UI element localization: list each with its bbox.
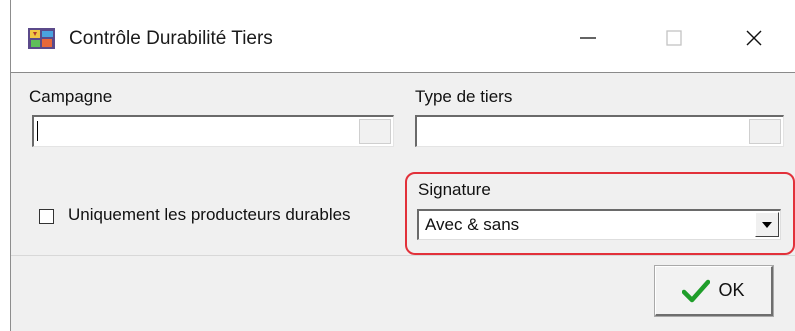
maximize-icon	[666, 30, 682, 46]
signature-selected-value: Avec & sans	[425, 215, 520, 234]
signature-label: Signature	[418, 180, 491, 199]
campagne-field[interactable]	[32, 115, 394, 147]
app-icon	[28, 28, 55, 49]
type-tiers-label: Type de tiers	[415, 87, 513, 106]
campagne-lookup-button[interactable]	[359, 119, 391, 144]
minimize-icon	[580, 37, 596, 39]
close-icon	[746, 30, 762, 46]
text-caret	[37, 121, 38, 141]
chevron-down-icon	[762, 221, 772, 228]
ok-button[interactable]: OK	[654, 265, 774, 317]
ok-button-label: OK	[718, 280, 745, 300]
signature-select[interactable]: Avec & sans	[417, 209, 781, 240]
separator	[11, 255, 795, 256]
signature-dropdown-button[interactable]	[755, 212, 779, 237]
window-title: Contrôle Durabilité Tiers	[69, 28, 273, 49]
title-bar[interactable]: Contrôle Durabilité Tiers	[11, 0, 795, 72]
dialog-window: Contrôle Durabilité Tiers Campagne Type …	[10, 0, 795, 331]
minimize-button[interactable]	[565, 16, 611, 60]
campagne-label: Campagne	[29, 87, 113, 106]
dialog-content: Campagne Type de tiers Uniquement les pr…	[11, 72, 795, 331]
close-button[interactable]	[731, 16, 777, 60]
maximize-button[interactable]	[651, 16, 697, 60]
checkmark-icon	[682, 279, 711, 302]
type-tiers-lookup-button[interactable]	[749, 119, 781, 144]
producteurs-checkbox-label[interactable]: Uniquement les producteurs durables	[68, 205, 351, 225]
producteurs-checkbox[interactable]	[39, 209, 54, 224]
type-tiers-field[interactable]	[415, 115, 784, 147]
